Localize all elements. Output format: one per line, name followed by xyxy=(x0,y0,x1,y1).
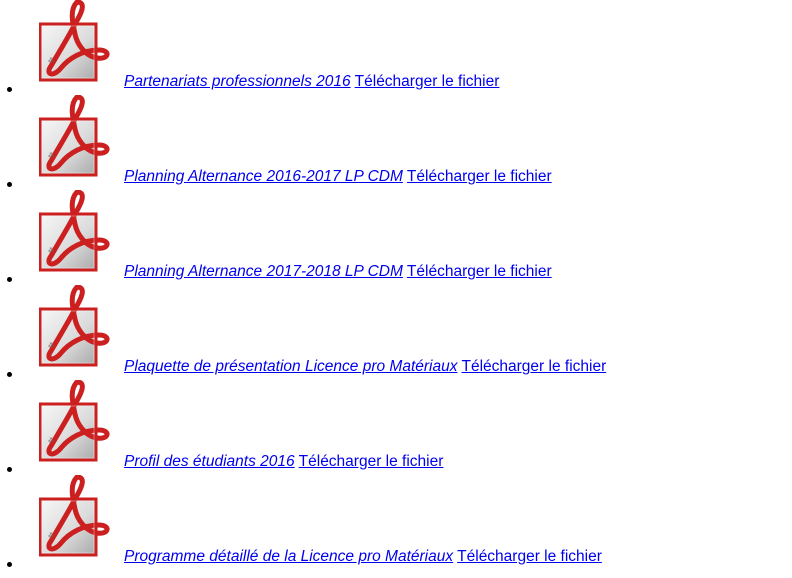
pdf-icon: ⁂ xyxy=(39,190,121,272)
file-item: ⁂ Planning Alternance 2017-2018 LP CDM T… xyxy=(0,190,792,285)
bullet xyxy=(7,277,12,282)
file-line: Planning Alternance 2016-2017 LP CDM Tél… xyxy=(124,168,552,186)
file-title-link[interactable]: Planning Alternance 2016-2017 LP CDM xyxy=(124,168,403,185)
file-title-link[interactable]: Plaquette de présentation Licence pro Ma… xyxy=(124,358,457,375)
pdf-icon: ⁂ xyxy=(39,285,121,367)
file-line: Profil des étudiants 2016 Télécharger le… xyxy=(124,453,443,471)
pdf-icon: ⁂ xyxy=(39,0,121,82)
svg-text:⁂: ⁂ xyxy=(48,533,54,539)
download-link[interactable]: Télécharger le fichier xyxy=(299,453,444,470)
file-item: ⁂ Partenariats professionnels 2016 Téléc… xyxy=(0,0,792,95)
file-line: Plaquette de présentation Licence pro Ma… xyxy=(124,358,606,376)
download-link[interactable]: Télécharger le fichier xyxy=(407,263,552,280)
pdf-icon: ⁂ xyxy=(39,95,121,177)
bullet xyxy=(7,182,12,187)
bullet xyxy=(7,87,12,92)
bullet xyxy=(7,467,12,472)
download-link[interactable]: Télécharger le fichier xyxy=(457,548,602,565)
svg-text:⁂: ⁂ xyxy=(48,343,54,349)
bullet xyxy=(7,372,12,377)
file-line: Planning Alternance 2017-2018 LP CDM Tél… xyxy=(124,263,552,281)
file-item: ⁂ Planning Alternance 2016-2017 LP CDM T… xyxy=(0,95,792,190)
bullet xyxy=(7,562,12,567)
download-link[interactable]: Télécharger le fichier xyxy=(462,358,607,375)
file-line: Partenariats professionnels 2016 Télécha… xyxy=(124,73,499,91)
svg-text:⁂: ⁂ xyxy=(48,248,54,254)
file-title-link[interactable]: Profil des étudiants 2016 xyxy=(124,453,295,470)
svg-text:⁂: ⁂ xyxy=(48,438,54,444)
file-title-link[interactable]: Partenariats professionnels 2016 xyxy=(124,73,351,90)
file-line: Programme détaillé de la Licence pro Mat… xyxy=(124,548,602,566)
pdf-icon: ⁂ xyxy=(39,380,121,462)
file-list: ⁂ Partenariats professionnels 2016 Téléc… xyxy=(0,0,792,578)
file-title-link[interactable]: Programme détaillé de la Licence pro Mat… xyxy=(124,548,453,565)
file-item: ⁂ Profil des étudiants 2016 Télécharger … xyxy=(0,380,792,475)
svg-text:⁂: ⁂ xyxy=(48,153,54,159)
download-link[interactable]: Télécharger le fichier xyxy=(407,168,552,185)
file-title-link[interactable]: Planning Alternance 2017-2018 LP CDM xyxy=(124,263,403,280)
file-item: ⁂ Programme détaillé de la Licence pro M… xyxy=(0,475,792,570)
download-link[interactable]: Télécharger le fichier xyxy=(355,73,500,90)
file-item: ⁂ Plaquette de présentation Licence pro … xyxy=(0,285,792,380)
pdf-icon: ⁂ xyxy=(39,475,121,557)
svg-text:⁂: ⁂ xyxy=(48,58,54,64)
